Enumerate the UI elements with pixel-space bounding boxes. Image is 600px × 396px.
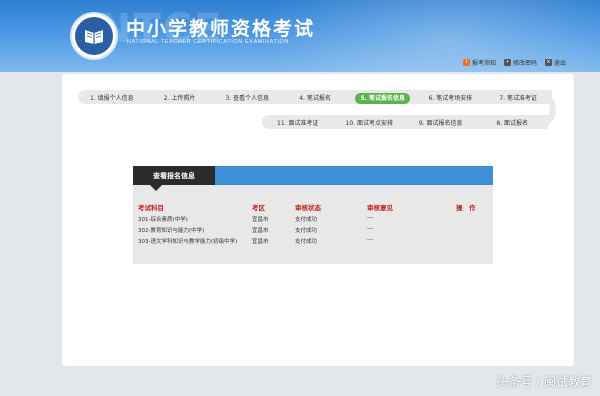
step-4[interactable]: 4. 笔试报名: [281, 93, 349, 102]
step-3[interactable]: 3. 查看个人信息: [213, 93, 281, 102]
step-10[interactable]: 10. 面试考点安排: [334, 118, 406, 127]
site-subtitle: NATIONAL TEACHER CERTIFICATION EXAMINATI…: [127, 39, 290, 45]
change-password-link[interactable]: • 修改密码: [503, 58, 537, 67]
cell-region: 宜昌市: [252, 217, 269, 223]
top-links: i 报考须知 • 修改密码 × 退出: [462, 58, 566, 67]
cell-region: 宜昌市: [252, 228, 269, 234]
step-8[interactable]: 8. 面试报名: [477, 118, 549, 127]
registration-info-panel: 查看报名信息 考试科目 考区 审核状态 审核意见 操 作 301-综合素质(中学…: [133, 166, 493, 264]
table-row: 302-教育知识与能力(中学) 宜昌市 支付成功 ---: [138, 226, 488, 237]
logo-book-icon: [75, 17, 113, 55]
notice-link-label: 报考须知: [471, 60, 496, 67]
site-title: 中小学教师资格考试: [126, 18, 316, 40]
table-row: 303-语文学科知识与教学能力(初级中学) 宜昌市 支付成功 ---: [138, 237, 488, 248]
cell-opinion: ---: [367, 237, 373, 243]
cell-subject: 301-综合素质(中学): [138, 217, 188, 223]
steps-row-interview: 11. 面试准考证 10. 面试考点安排 9. 面试报名信息 8. 面试报名: [262, 115, 548, 129]
step-11[interactable]: 11. 面试准考证: [262, 118, 334, 127]
registration-table: 考试科目 考区 审核状态 审核意见 操 作 301-综合素质(中学) 宜昌市 支…: [138, 202, 488, 248]
logo: [70, 12, 118, 60]
col-opinion: 审核意见: [367, 204, 393, 212]
col-actions: 操 作: [456, 204, 476, 212]
table-row: 301-综合素质(中学) 宜昌市 支付成功 ---: [138, 215, 488, 226]
logout-icon: ×: [544, 59, 552, 66]
cell-status: 支付成功: [295, 217, 318, 223]
step-6[interactable]: 6. 笔试考场安排: [417, 93, 485, 102]
col-region: 考区: [252, 204, 265, 212]
cell-opinion: ---: [367, 215, 373, 221]
panel-tab: 查看报名信息: [133, 166, 215, 185]
col-subject: 考试科目: [138, 204, 164, 212]
change-password-label: 修改密码: [512, 60, 537, 67]
cell-region: 宜昌市: [252, 239, 269, 245]
footer-watermark: 头条号 / 闽试教育: [496, 375, 592, 389]
notice-icon: i: [462, 59, 470, 66]
key-icon: •: [503, 59, 511, 66]
logout-label: 退出: [553, 60, 566, 67]
step-1[interactable]: 1. 填报个人信息: [78, 93, 146, 102]
step-2[interactable]: 2. 上传照片: [146, 93, 214, 102]
step-7[interactable]: 7. 笔试准考证: [484, 93, 552, 102]
logout-link[interactable]: × 退出: [544, 58, 566, 67]
cell-status: 支付成功: [295, 228, 318, 234]
table-header-row: 考试科目 考区 审核状态 审核意见 操 作: [138, 202, 488, 215]
panel-tab-arrow-icon: [150, 185, 162, 191]
col-status: 审核状态: [295, 204, 321, 212]
steps-row-written: 1. 填报个人信息 2. 上传照片 3. 查看个人信息 4. 笔试报名 5. 笔…: [78, 90, 552, 104]
step-5-active[interactable]: 5. 笔试报名信息: [349, 92, 417, 104]
notice-link[interactable]: i 报考须知: [462, 58, 496, 67]
cell-subject: 303-语文学科知识与教学能力(初级中学): [138, 239, 238, 245]
cell-status: 支付成功: [295, 239, 318, 245]
step-9[interactable]: 9. 面试报名信息: [405, 118, 477, 127]
cell-opinion: ---: [367, 226, 373, 232]
cell-subject: 302-教育知识与能力(中学): [138, 228, 205, 234]
